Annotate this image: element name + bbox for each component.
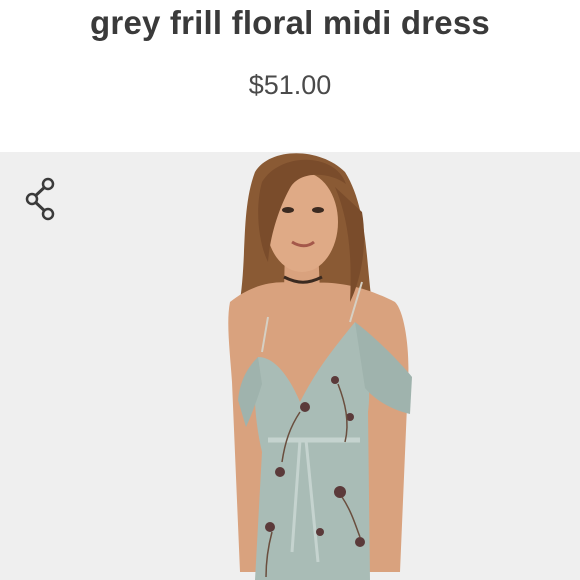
product-title: grey frill floral midi dress — [90, 4, 490, 41]
model-illustration — [228, 153, 412, 580]
product-photo[interactable] — [0, 152, 580, 580]
product-header: grey frill floral midi dress $51.00 — [0, 0, 580, 152]
share-icon — [25, 177, 55, 221]
share-button[interactable] — [24, 176, 56, 222]
product-price: $51.00 — [248, 70, 332, 100]
